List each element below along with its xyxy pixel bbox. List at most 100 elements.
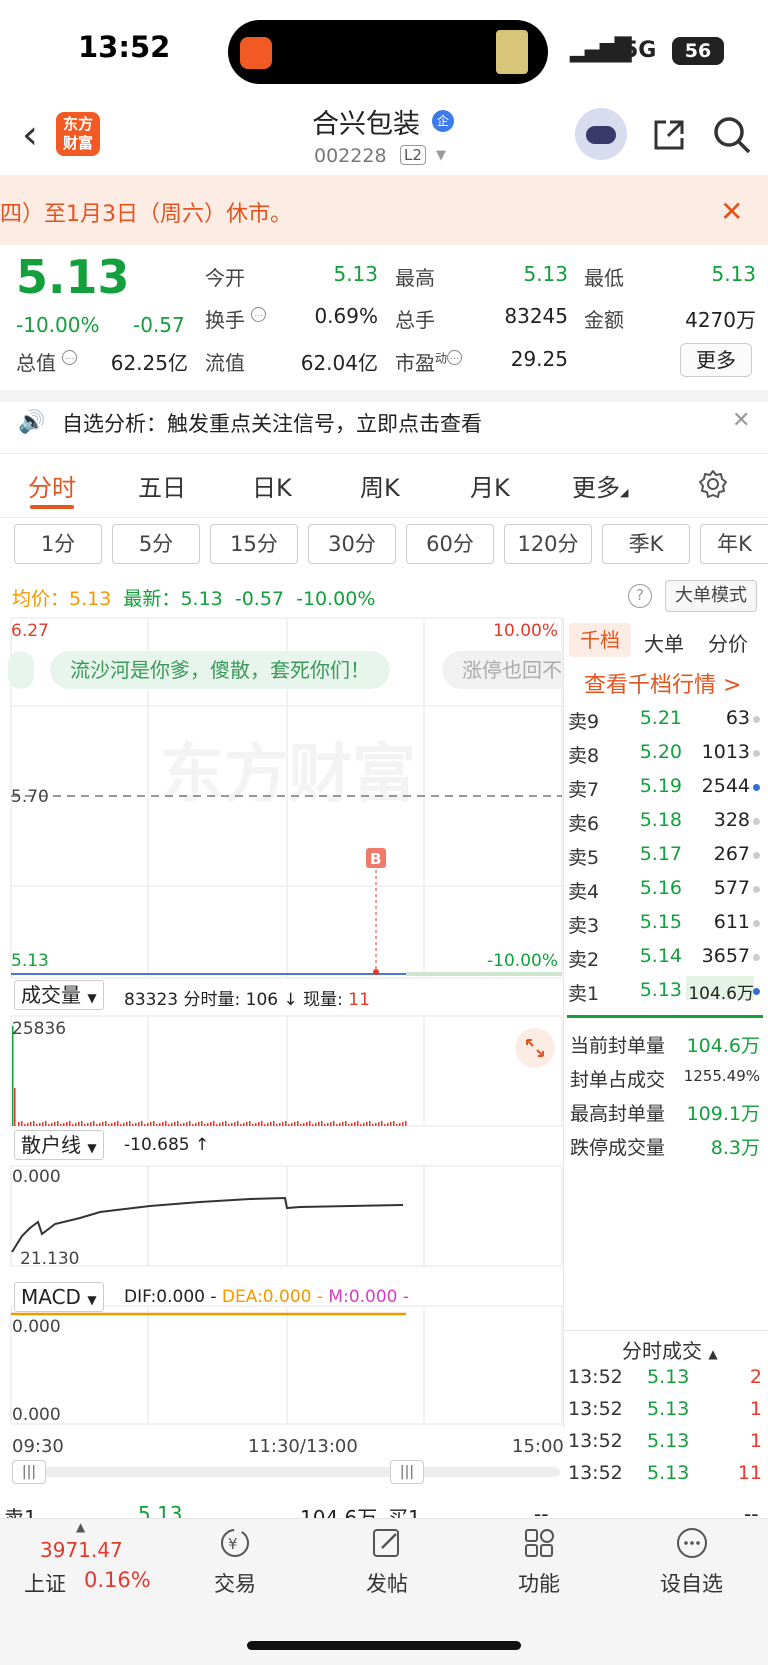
period-quarter-k[interactable]: 季K [602,524,690,564]
info-icon[interactable]: … [251,307,267,322]
stock-code[interactable]: 002228 [314,145,387,167]
back-icon[interactable]: ‹ [22,112,38,158]
add-favorite-icon[interactable] [675,1526,709,1560]
volume-bar [324,1124,326,1126]
volume-bar [78,1122,80,1126]
volume-bar [111,1123,113,1126]
tab-weekly-k[interactable]: 周K [360,468,400,503]
tab-five-day[interactable]: 五日 [138,468,186,503]
macd-selector[interactable]: MACD ▼ [14,1282,104,1312]
index-pct[interactable]: 0.16% [84,1568,151,1592]
volume-bar [264,1124,266,1126]
nav-add-favorite[interactable]: 设自选 [660,1568,723,1598]
volume-bar [213,1121,215,1126]
tab-monthly-k[interactable]: 月K [470,468,510,503]
trade-time: 13:52 [568,1462,623,1484]
notice-close-icon[interactable]: ✕ [720,195,743,228]
trade-icon[interactable]: ¥ [218,1526,252,1560]
caret-down-icon[interactable]: ▼ [436,148,446,163]
post-icon[interactable] [370,1526,404,1560]
index-value[interactable]: 3971.47 [40,1538,123,1562]
volume-bar [105,1121,107,1126]
ask-volume: 328 [713,809,750,831]
functions-icon[interactable] [522,1526,556,1560]
barrage-pill-partial[interactable] [8,651,34,689]
ask-price: 5.19 [639,775,682,797]
volume-bar [297,1121,299,1126]
nav-post[interactable]: 发帖 [366,1568,408,1598]
period-5min[interactable]: 5分 [112,524,200,564]
period-120min[interactable]: 120分 [504,524,592,564]
app-activity-icon [240,37,272,69]
order-book-divider [567,1015,763,1018]
period-60min[interactable]: 60分 [406,524,494,564]
barrage-pill[interactable]: 流沙河是你爹，傻散，套死你们！ [50,651,390,689]
volume-bar [351,1123,353,1126]
volume-bar [339,1123,341,1126]
quote-label-mktcap: 总值 … [16,347,78,376]
volume-bar [117,1121,119,1126]
share-icon[interactable] [650,116,688,154]
app-logo[interactable]: 东方财富 [56,112,100,156]
active-tab-underline [30,505,74,509]
strip-sell-price: 5.13 [138,1502,183,1518]
tab-thousand-levels[interactable]: 千档 [569,623,631,657]
view-thousand-levels-link[interactable]: 查看千档行情 > [584,667,741,699]
volume-bar [198,1122,200,1126]
stock-name[interactable]: 合兴包装 [312,102,420,141]
tab-big-orders[interactable]: 大单 [644,628,684,657]
period-15min[interactable]: 15分 [210,524,298,564]
barrage-pill[interactable]: 涨停也回不 [442,651,562,689]
scroll-handle-right[interactable]: ||| [390,1460,424,1484]
volume-selector[interactable]: 成交量 ▼ [14,980,104,1010]
volume-bar [342,1122,344,1126]
alert-text[interactable]: 自选分析：触发重点关注信号，立即点击查看 [62,408,482,438]
ask-price: 5.15 [639,911,682,933]
tab-intraday[interactable]: 分时 [28,468,76,503]
caret-up-icon: ▲ [708,1347,718,1361]
big-order-mode-button[interactable]: 大单模式 [665,580,757,612]
trades-title[interactable]: 分时成交 ▲ [622,1335,718,1364]
tab-daily-k[interactable]: 日K [252,468,292,503]
strip-sell-vol: 104.6万 [300,1506,378,1518]
volume-bar [168,1124,170,1126]
tab-more[interactable]: 更多◢ [572,468,628,503]
pct-change: -10.00% [16,313,100,337]
nav-trade[interactable]: 交易 [214,1568,256,1598]
retail-selector[interactable]: 散户线 ▼ [14,1130,104,1160]
tab-price-distribution[interactable]: 分价 [708,628,748,657]
period-30min[interactable]: 30分 [308,524,396,564]
volume-bar [12,1026,14,1126]
volume-bar [63,1123,65,1126]
info-icon[interactable]: … [447,350,463,365]
period-1min[interactable]: 1分 [14,524,102,564]
index-name[interactable]: 上证 [24,1568,66,1598]
buy-marker-label: B [370,850,381,868]
gear-icon[interactable] [698,469,728,499]
volume-bar [69,1121,71,1126]
volume-bar [150,1122,152,1126]
period-year-k[interactable]: 年K [700,524,768,564]
scroll-handle-left[interactable]: ||| [12,1460,46,1484]
ask-volume: 104.6万 [688,984,754,1004]
alert-close-icon[interactable]: ✕ [732,408,750,433]
quote-label-turnover: 换手 … [205,304,267,333]
volume-bar [336,1124,338,1126]
info-icon[interactable]: … [62,350,78,365]
help-icon[interactable]: ? [628,584,652,608]
search-icon[interactable] [712,115,752,155]
expand-button[interactable] [515,1028,555,1068]
volume-bar [360,1124,362,1126]
quote-value-float: 62.04亿 [300,351,378,375]
divider [0,453,768,454]
volume-bar [207,1123,209,1126]
ask-dot [753,920,760,927]
volume-bar [300,1124,302,1126]
volume-bar [270,1122,272,1126]
volume-bar [279,1123,281,1126]
volume-bar [312,1124,314,1126]
more-quote-button[interactable]: 更多 [680,343,752,377]
chart-scrollbar[interactable] [12,1467,560,1477]
volume-bar [348,1124,350,1126]
nav-functions[interactable]: 功能 [518,1568,560,1598]
